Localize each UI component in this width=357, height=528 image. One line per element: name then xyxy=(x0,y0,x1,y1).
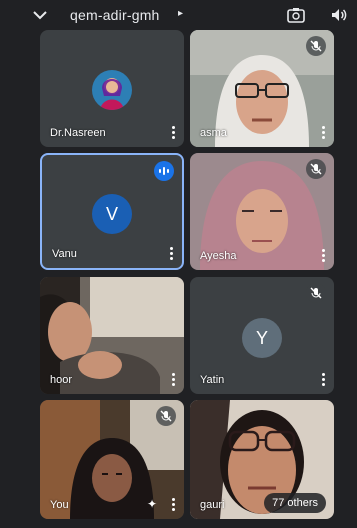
participant-tile-vanu[interactable]: V Vanu xyxy=(40,153,184,270)
participant-name: Ayesha xyxy=(200,250,237,262)
participant-name: Dr.Nasreen xyxy=(50,127,106,139)
avatar: Y xyxy=(242,318,282,358)
avatar: V xyxy=(92,194,132,234)
more-vert-icon[interactable] xyxy=(322,249,326,263)
participant-tile-you[interactable]: You ✦ xyxy=(40,400,184,519)
meeting-title[interactable]: qem-adir-gmh xyxy=(70,7,160,23)
participant-name: You xyxy=(50,499,69,511)
more-vert-icon[interactable] xyxy=(322,126,326,140)
effects-sparkle-icon[interactable]: ✦ xyxy=(147,497,157,511)
caret-right-icon[interactable]: ▸ xyxy=(178,8,183,19)
mic-off-icon xyxy=(306,159,326,179)
others-count-badge[interactable]: 77 others xyxy=(264,493,326,513)
participant-name: asma xyxy=(200,127,227,139)
audio-wave-icon xyxy=(154,161,174,181)
participant-tile-gauri[interactable]: gauri 77 others xyxy=(190,400,334,519)
mic-off-icon xyxy=(156,406,176,426)
participant-tile-yatin[interactable]: Y Yatin xyxy=(190,277,334,394)
avatar xyxy=(92,70,132,110)
more-vert-icon[interactable] xyxy=(172,126,176,140)
mic-off-icon xyxy=(306,283,326,303)
top-bar: qem-adir-gmh ▸ xyxy=(0,0,357,30)
participant-name: hoor xyxy=(50,374,73,386)
participant-tile-dr-nasreen[interactable]: Dr.Nasreen xyxy=(40,30,184,147)
participant-tile-asma[interactable]: asma xyxy=(190,30,334,147)
participant-name: Vanu xyxy=(52,248,77,260)
more-vert-icon[interactable] xyxy=(170,247,174,261)
speaker-icon[interactable] xyxy=(330,6,348,24)
participant-tile-ayesha[interactable]: Ayesha xyxy=(190,153,334,270)
participant-tile-hoor[interactable]: hoor xyxy=(40,277,184,394)
mic-off-icon xyxy=(306,36,326,56)
participant-name: gauri xyxy=(200,499,225,511)
participant-name: Yatin xyxy=(200,374,225,386)
more-vert-icon[interactable] xyxy=(172,498,176,512)
more-vert-icon[interactable] xyxy=(322,373,326,387)
switch-camera-icon[interactable] xyxy=(286,6,306,24)
more-vert-icon[interactable] xyxy=(172,373,176,387)
chevron-down-icon[interactable] xyxy=(30,6,50,24)
